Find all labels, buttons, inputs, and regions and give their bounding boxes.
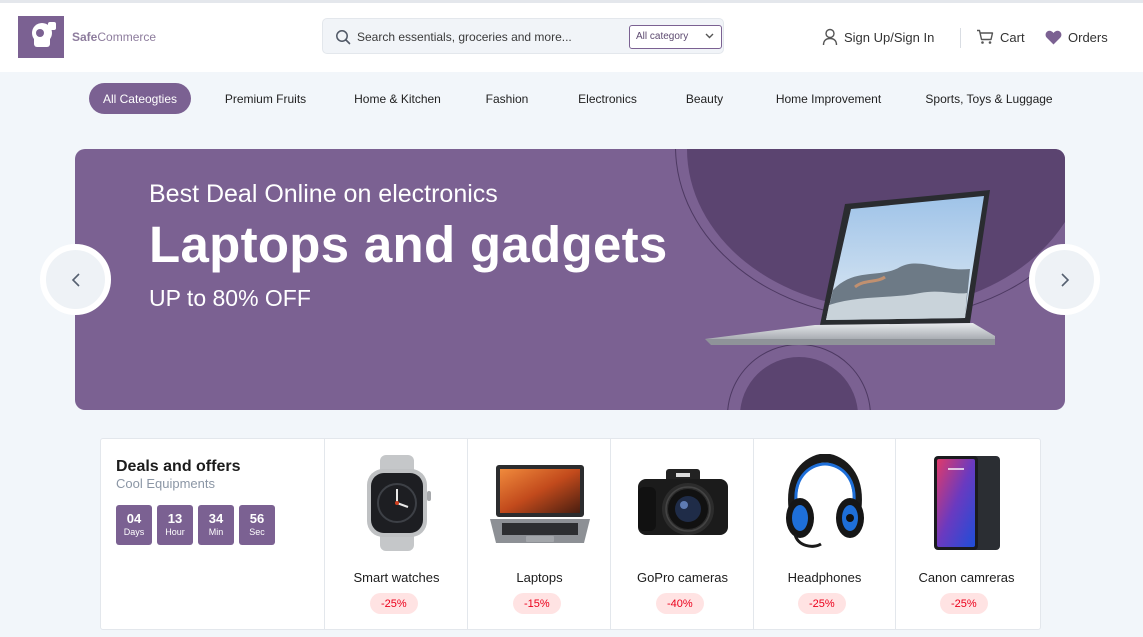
timer-value: 13 <box>167 511 183 526</box>
search-icon[interactable] <box>335 29 351 45</box>
brand-name-light: Commerce <box>97 30 157 44</box>
site-header: SafeCommerce All category Sign Up/Sign I… <box>0 3 1143 72</box>
orders-link[interactable]: Orders <box>1045 26 1108 48</box>
timer-unit: Hour <box>165 527 185 537</box>
timer-days: 04 Days <box>116 505 152 545</box>
deal-card-laptops[interactable]: Laptops -15% <box>468 439 611 629</box>
cart-label: Cart <box>1000 29 1025 45</box>
deals-info: Deals and offers Cool Equipments 04 Days… <box>101 439 325 629</box>
chevron-down-icon <box>705 33 714 39</box>
timer-unit: Sec <box>249 527 265 537</box>
chevron-right-icon <box>1060 272 1069 287</box>
deal-card-gopro-cameras[interactable]: GoPro cameras -40% <box>611 439 754 629</box>
timer-unit: Days <box>123 527 145 537</box>
timer-value: 04 <box>126 511 142 526</box>
deal-name: Laptops <box>516 570 563 585</box>
search-input[interactable] <box>357 26 619 47</box>
user-icon <box>822 28 838 46</box>
discount-badge: -25% <box>940 593 988 614</box>
category-select-value: All category <box>636 31 689 42</box>
banner-offer: UP to 80% OFF <box>149 285 311 311</box>
cart-icon <box>977 29 994 44</box>
orders-label: Orders <box>1068 29 1108 45</box>
deals-subtitle: Cool Equipments <box>116 476 215 491</box>
category-pill-beauty[interactable]: Beauty <box>672 83 737 114</box>
deal-name: Smart watches <box>353 570 440 585</box>
deals-section: Deals and offers Cool Equipments 04 Days… <box>100 438 1041 630</box>
deals-title: Deals and offers <box>116 458 241 475</box>
category-pill-home-kitchen[interactable]: Home & Kitchen <box>338 83 457 114</box>
carousel-prev-button[interactable] <box>40 244 111 315</box>
category-nav: All Cateogties Premium Fruits Home & Kit… <box>89 83 1083 114</box>
smartwatch-image <box>325 453 468 553</box>
nav-divider <box>960 28 961 48</box>
deal-card-canon-cameras[interactable]: Canon camreras -25% <box>895 439 1038 629</box>
banner-subtitle: Best Deal Online on electronics <box>149 180 498 208</box>
category-select[interactable]: All category <box>629 25 722 49</box>
discount-badge: -40% <box>656 593 704 614</box>
discount-badge: -25% <box>370 593 418 614</box>
timer-hours: 13 Hour <box>157 505 193 545</box>
deal-card-headphones[interactable]: Headphones -25% <box>753 439 896 629</box>
phone-image <box>895 453 1038 553</box>
hero-banner[interactable]: Best Deal Online on electronics Laptops … <box>75 149 1065 410</box>
brand-name-bold: Safe <box>72 30 98 44</box>
discount-badge: -15% <box>513 593 561 614</box>
heart-icon <box>1045 30 1062 44</box>
timer-value: 56 <box>249 511 265 526</box>
brand-logo-icon[interactable] <box>18 16 64 58</box>
category-pill-sports-toys[interactable]: Sports, Toys & Luggage <box>915 83 1063 114</box>
category-pill-electronics[interactable]: Electronics <box>562 83 653 114</box>
timer-seconds: 56 Sec <box>239 505 275 545</box>
countdown-timer: 04 Days 13 Hour 34 Min 56 Sec <box>116 505 275 545</box>
timer-minutes: 34 Min <box>198 505 234 545</box>
search-bar: All category <box>322 18 724 54</box>
headphones-image <box>753 453 896 553</box>
category-pill-all[interactable]: All Cateogties <box>89 83 191 114</box>
timer-unit: Min <box>208 527 224 537</box>
laptop-image <box>468 453 611 553</box>
deal-name: Canon camreras <box>918 570 1015 585</box>
banner-title: Laptops and gadgets <box>149 216 668 273</box>
signin-label: Sign Up/Sign In <box>844 29 935 45</box>
chevron-left-icon <box>71 272 80 287</box>
discount-badge: -25% <box>798 593 846 614</box>
deal-card-smart-watches[interactable]: Smart watches -25% <box>325 439 468 629</box>
laptop-image <box>705 190 995 345</box>
carousel-next-button[interactable] <box>1029 244 1100 315</box>
category-pill-premium-fruits[interactable]: Premium Fruits <box>209 83 322 114</box>
brand-name[interactable]: SafeCommerce <box>72 30 156 44</box>
timer-value: 34 <box>208 511 224 526</box>
category-pill-home-improvement[interactable]: Home Improvement <box>758 83 899 114</box>
deal-name: GoPro cameras <box>636 570 729 585</box>
deal-name: Headphones <box>787 570 862 585</box>
cart-link[interactable]: Cart <box>976 26 1025 48</box>
signin-link[interactable]: Sign Up/Sign In <box>822 26 934 48</box>
category-pill-fashion[interactable]: Fashion <box>471 83 543 114</box>
camera-image <box>611 453 754 553</box>
